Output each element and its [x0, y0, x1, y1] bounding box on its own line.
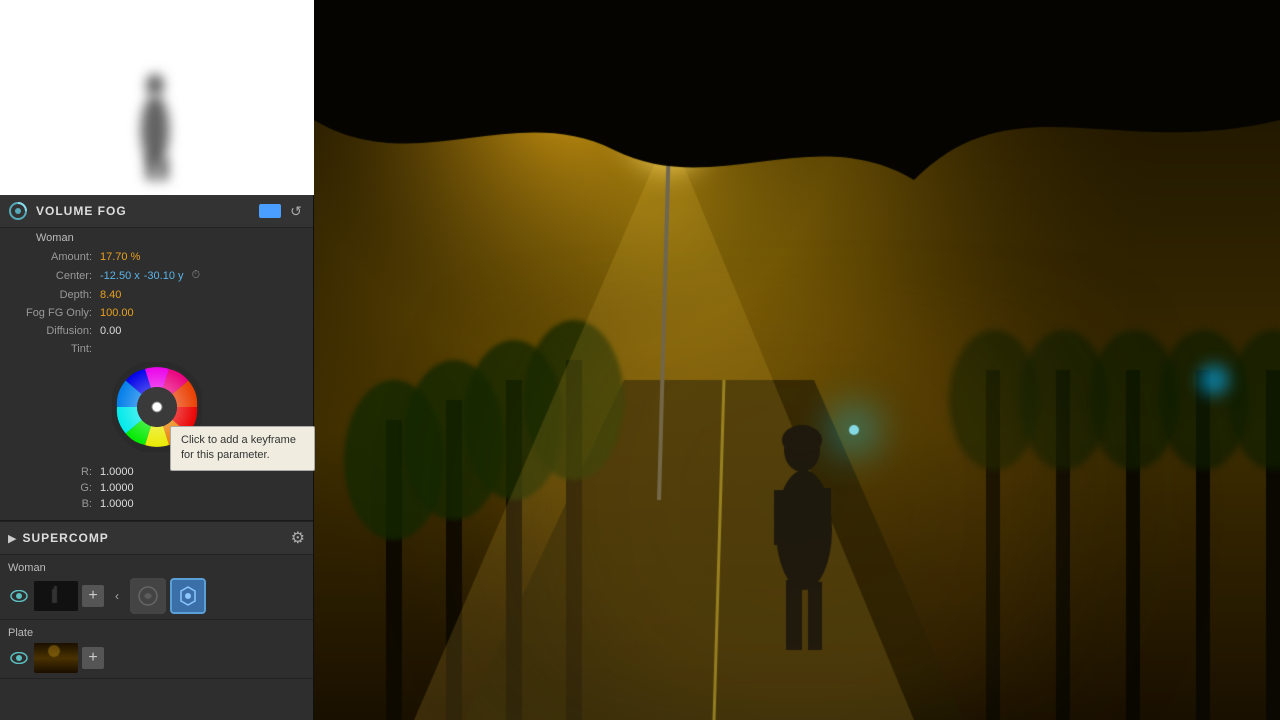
sc-settings-button[interactable]: ⚙	[291, 528, 305, 548]
woman-tool-1[interactable]	[130, 578, 166, 614]
b-row: B: 1.0000	[10, 496, 303, 512]
plate-layer-thumb[interactable]	[34, 643, 78, 673]
woman-visibility-button[interactable]	[8, 585, 30, 607]
left-panel: VOLUME FOG ↺ Woman Amount: 17.70 % Cente…	[0, 0, 314, 720]
sc-header: ▶ SUPERCOMP ⚙	[0, 521, 313, 555]
tint-section: R: 1.0000 G: 1.0000 B: 1.0000	[0, 460, 313, 520]
vf-enable-button[interactable]	[259, 204, 281, 218]
plate-layer-group: Plate +	[0, 620, 313, 679]
plate-visibility-button[interactable]	[8, 647, 30, 669]
volume-fog-icon	[8, 201, 28, 221]
fog-fg-label: Fog FG Only:	[10, 307, 100, 319]
sc-title: SUPERCOMP	[22, 531, 290, 545]
vf-layer-name: Woman	[0, 228, 313, 248]
diffusion-value[interactable]: 0.00	[100, 325, 121, 337]
vf-reset-button[interactable]: ↺	[287, 202, 305, 220]
woman-add-button[interactable]: +	[82, 585, 104, 607]
woman-layer-label: Woman	[8, 560, 305, 578]
volume-fog-section: VOLUME FOG ↺ Woman Amount: 17.70 % Cente…	[0, 195, 313, 521]
plate-layer-label: Plate	[8, 625, 305, 643]
color-wheel-container	[0, 358, 313, 460]
depth-value[interactable]: 8.40	[100, 289, 121, 301]
g-label: G:	[10, 482, 100, 494]
center-x-value[interactable]: -12.50 x	[100, 270, 140, 282]
vf-header: VOLUME FOG ↺	[0, 195, 313, 228]
r-row: R: 1.0000	[10, 464, 303, 480]
center-row: Center: -12.50 x -30.10 y ⏱	[0, 266, 313, 286]
main-view	[314, 0, 1280, 720]
plate-add-button[interactable]: +	[82, 647, 104, 669]
b-value[interactable]: 1.0000	[100, 498, 134, 510]
sc-expand-arrow[interactable]: ▶	[8, 532, 16, 545]
diffusion-label: Diffusion:	[10, 325, 100, 337]
amount-row: Amount: 17.70 %	[0, 248, 313, 266]
amount-value[interactable]: 17.70 %	[100, 251, 140, 263]
fog-fg-value[interactable]: 100.00	[100, 307, 134, 319]
amount-label: Amount:	[10, 251, 100, 263]
supercomp-section: ▶ SUPERCOMP ⚙ Woman + ‹	[0, 521, 313, 720]
depth-label: Depth:	[10, 289, 100, 301]
fog-fg-row: Fog FG Only: 100.00	[0, 304, 313, 322]
woman-layer-items: + ‹	[8, 578, 305, 614]
tint-label: Tint:	[10, 343, 100, 355]
tint-row: Tint:	[0, 340, 313, 358]
preview-canvas	[0, 0, 314, 195]
woman-layer-thumb[interactable]	[34, 581, 78, 611]
r-value[interactable]: 1.0000	[100, 466, 134, 478]
woman-back-button[interactable]: ‹	[108, 585, 126, 607]
g-row: G: 1.0000	[10, 480, 303, 496]
center-y-value[interactable]: -30.10 y	[144, 270, 184, 282]
main-canvas	[314, 0, 1280, 720]
center-keyframe-button[interactable]: ⏱	[192, 269, 206, 283]
woman-tool-2[interactable]	[170, 578, 206, 614]
b-label: B:	[10, 498, 100, 510]
plate-layer-items: +	[8, 643, 305, 673]
vf-title: VOLUME FOG	[36, 204, 259, 218]
color-wheel[interactable]	[112, 362, 202, 452]
depth-row: Depth: 8.40 Click to add a keyframe for …	[0, 286, 313, 304]
woman-layer-group: Woman + ‹	[0, 555, 313, 620]
g-value[interactable]: 1.0000	[100, 482, 134, 494]
preview-area	[0, 0, 314, 195]
center-label: Center:	[10, 270, 100, 282]
r-label: R:	[10, 466, 100, 478]
diffusion-row: Diffusion: 0.00	[0, 322, 313, 340]
